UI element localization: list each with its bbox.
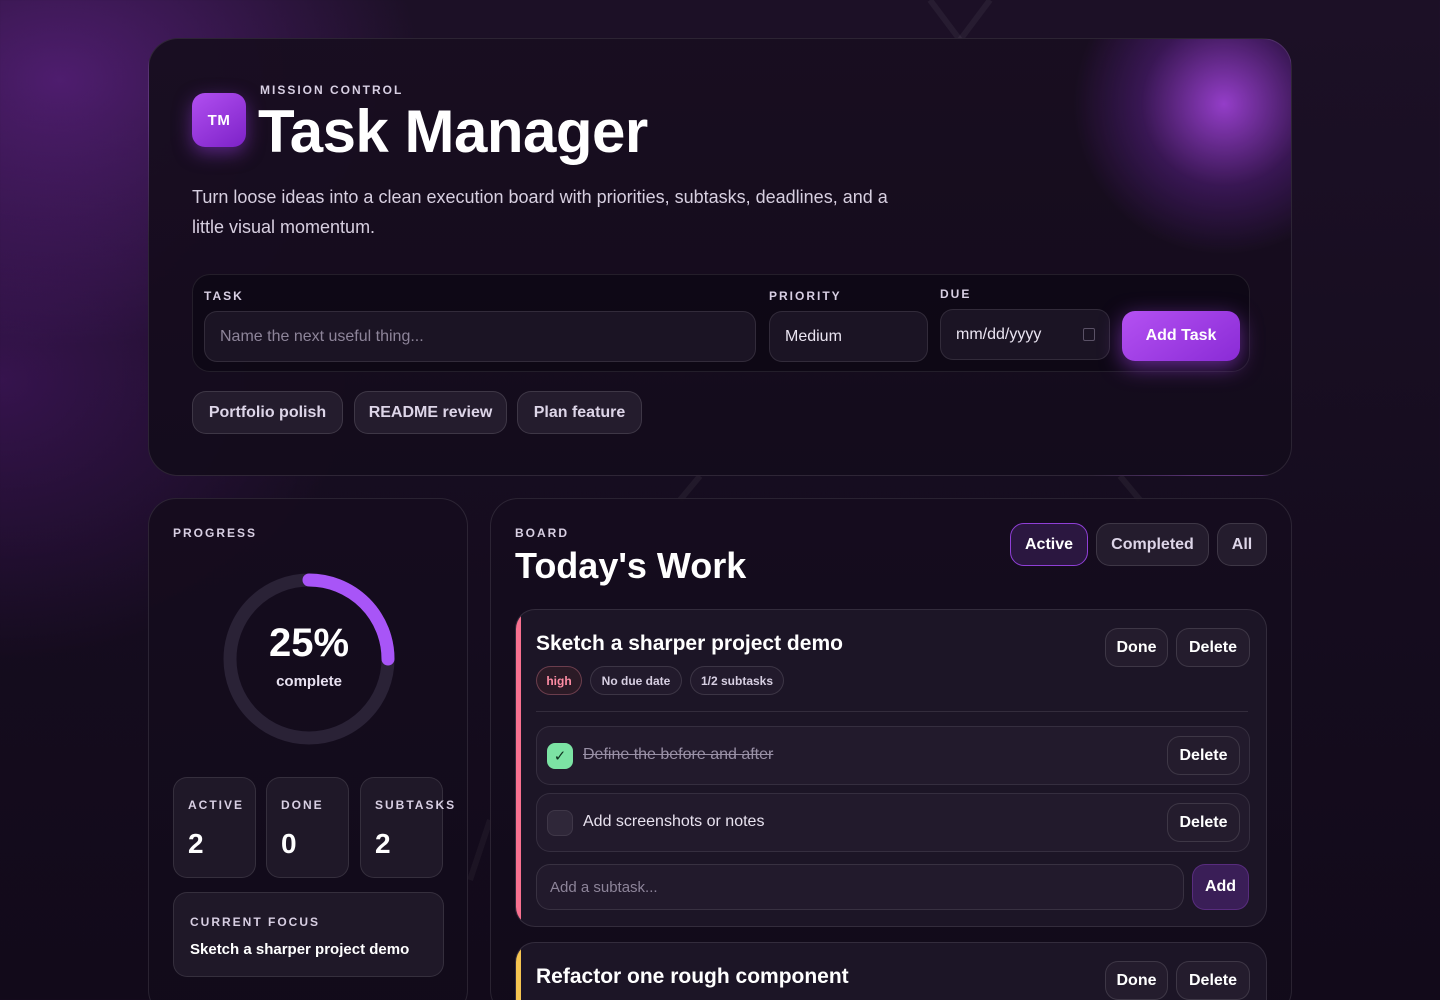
hero-card: TM MISSION CONTROL Task Manager Turn loo… (148, 38, 1292, 476)
progress-card: PROGRESS 25% complete ACTIVE 2 DONE 0 SU… (148, 498, 468, 1000)
subtask-count-badge: 1/2 subtasks (690, 666, 784, 695)
task-label: TASK (204, 289, 244, 303)
due-date-placeholder: mm/dd/yyyy (956, 325, 1042, 343)
progress-percent-label: complete (276, 673, 342, 690)
app-logo: TM (192, 93, 246, 147)
done-button[interactable]: Done (1105, 961, 1168, 1000)
task-title: Sketch a sharper project demo (536, 632, 843, 655)
progress-eyebrow: PROGRESS (173, 526, 258, 540)
subtask-text: Add screenshots or notes (583, 813, 765, 830)
hero-subtitle: Turn loose ideas into a clean execution … (192, 187, 888, 237)
subtask-add-button[interactable]: Add (1192, 864, 1249, 910)
subtask-delete-button[interactable]: Delete (1167, 803, 1240, 842)
filter-completed[interactable]: Completed (1096, 523, 1209, 566)
board-title: Today's Work (515, 545, 747, 586)
board-eyebrow: BOARD (515, 526, 569, 540)
calendar-icon[interactable] (1083, 328, 1095, 341)
stat-active-label: ACTIVE (188, 798, 245, 812)
task-card: Refactor one rough component Done Delete (515, 942, 1267, 1000)
add-task-button[interactable]: Add Task (1122, 311, 1240, 361)
stat-active-value: 2 (188, 828, 204, 859)
priority-select[interactable]: Medium (769, 311, 928, 362)
subtask-checkbox-checked[interactable]: ✓ (547, 743, 573, 769)
current-focus: CURRENT FOCUS Sketch a sharper project d… (173, 892, 444, 977)
filter-active[interactable]: Active (1010, 523, 1088, 566)
board-card: BOARD Today's Work Active Completed All … (490, 498, 1292, 1000)
stat-done: DONE 0 (266, 777, 349, 878)
delete-button[interactable]: Delete (1176, 961, 1250, 1000)
subtask-item: Add screenshots or notes Delete (536, 793, 1250, 852)
stat-subtasks-label: SUBTASKS (375, 798, 457, 812)
stat-subtasks-value: 2 (375, 828, 391, 859)
subtask-text: Define the before and after (583, 746, 774, 763)
hero-eyebrow: MISSION CONTROL (260, 83, 404, 97)
task-divider (536, 711, 1248, 712)
subtask-input[interactable]: Add a subtask... (536, 864, 1184, 910)
delete-button[interactable]: Delete (1176, 628, 1250, 667)
priority-label: PRIORITY (769, 289, 842, 303)
priority-bar (516, 610, 521, 926)
task-input[interactable]: Name the next useful thing... (204, 311, 756, 362)
progress-percent: 25% (268, 621, 350, 665)
subtask-checkbox-unchecked[interactable] (547, 810, 573, 836)
quick-chip-readme-review[interactable]: README review (354, 391, 507, 434)
task-title: Refactor one rough component (536, 965, 849, 988)
done-button[interactable]: Done (1105, 628, 1168, 667)
filter-all[interactable]: All (1217, 523, 1267, 566)
current-focus-value: Sketch a sharper project demo (190, 941, 410, 958)
due-label: DUE (940, 287, 972, 301)
subtask-delete-button[interactable]: Delete (1167, 736, 1240, 775)
stat-done-value: 0 (281, 828, 297, 859)
current-focus-label: CURRENT FOCUS (190, 915, 320, 929)
task-card: Sketch a sharper project demo high No du… (515, 609, 1267, 927)
add-task-form: TASK Name the next useful thing... PRIOR… (192, 274, 1250, 372)
quick-chip-portfolio-polish[interactable]: Portfolio polish (192, 391, 343, 434)
priority-bar (516, 943, 521, 1000)
priority-badge: high (536, 666, 582, 695)
quick-chip-plan-feature[interactable]: Plan feature (517, 391, 642, 434)
stat-active: ACTIVE 2 (173, 777, 256, 878)
stat-subtasks: SUBTASKS 2 (360, 777, 454, 878)
stat-done-label: DONE (281, 798, 324, 812)
page-title: Task Manager (258, 98, 648, 165)
subtask-item: ✓ Define the before and after Delete (536, 726, 1250, 785)
due-badge: No due date (590, 666, 682, 695)
checkmark-icon: ✓ (553, 748, 567, 765)
due-date-input[interactable]: mm/dd/yyyy (940, 309, 1110, 360)
